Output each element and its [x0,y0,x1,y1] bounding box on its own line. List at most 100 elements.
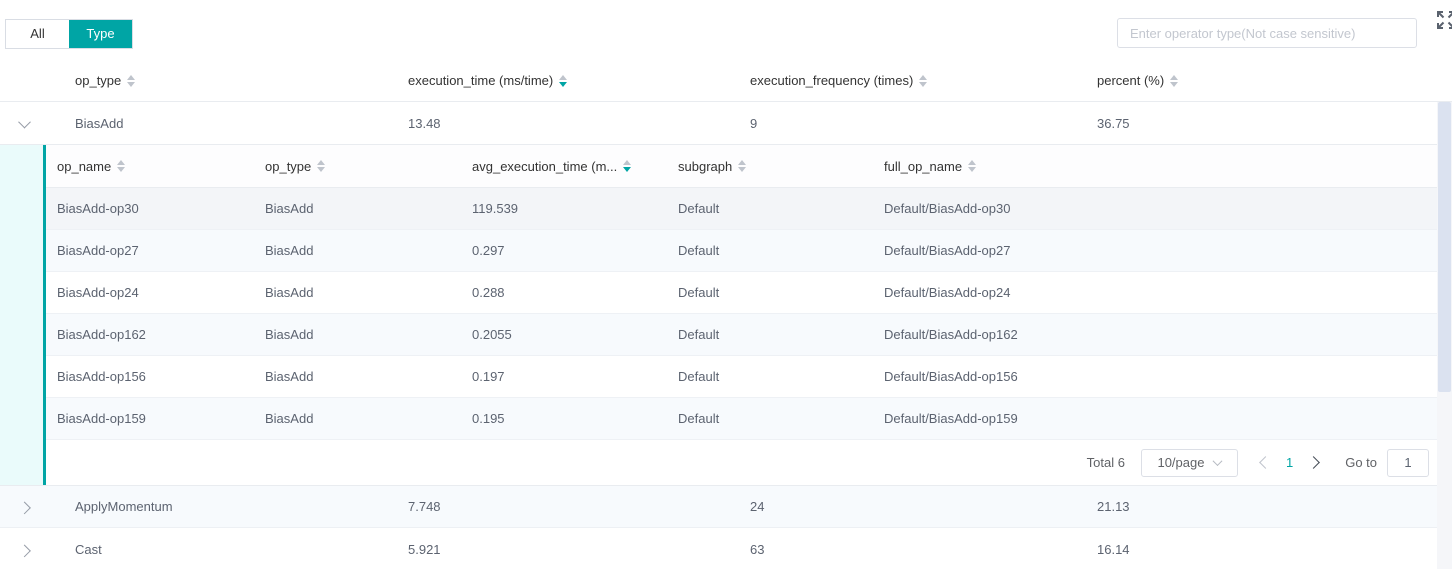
cell-subgraph: Default [678,285,884,300]
chevron-right-icon [18,544,31,557]
collapse-row-button[interactable] [0,119,75,128]
chevron-right-icon [18,502,31,515]
cell-op-name: BiasAdd-op159 [57,411,265,426]
cell-subgraph: Default [678,369,884,384]
sort-caret-icon[interactable] [117,160,125,172]
fullscreen-icon[interactable] [1435,9,1452,31]
chevron-down-icon [18,115,31,128]
column-header-op-name[interactable]: op_name [57,159,265,174]
cell-op-type: BiasAdd [265,201,472,216]
detail-pagination: Total 6 10/page 1 Go to [46,440,1437,485]
pagination-total: Total 6 [1087,455,1125,470]
tab-type[interactable]: Type [69,20,132,48]
table-row-cast[interactable]: Cast 5.921 63 16.14 [0,528,1452,569]
cell-execution-time: 7.748 [408,499,750,514]
sort-caret-icon-desc-active[interactable] [559,75,567,87]
column-label: percent (%) [1097,73,1164,88]
column-header-execution-frequency[interactable]: execution_frequency (times) [750,73,1097,88]
cell-op-type: BiasAdd [265,327,472,342]
cell-percent: 21.13 [1097,499,1437,514]
column-header-execution-time[interactable]: execution_time (ms/time) [408,73,750,88]
cell-execution-time: 13.48 [408,116,750,131]
vertical-scrollbar-thumb[interactable] [1438,102,1451,392]
table-row-biasadd[interactable]: BiasAdd 13.48 9 36.75 [0,102,1452,144]
expand-row-button[interactable] [0,502,75,511]
cell-full-op-name: Default/BiasAdd-op27 [884,243,1437,258]
column-label: full_op_name [884,159,962,174]
cell-avg-execution-time: 0.2055 [472,327,678,342]
cell-execution-time: 5.921 [408,542,750,557]
column-label: execution_time (ms/time) [408,73,553,88]
column-header-full-op-name[interactable]: full_op_name [884,159,1437,174]
cell-percent: 16.14 [1097,542,1437,557]
cell-op-type: BiasAdd [265,285,472,300]
column-header-percent[interactable]: percent (%) [1097,73,1437,88]
chevron-left-icon [1260,456,1273,469]
column-header-op-type-detail[interactable]: op_type [265,159,472,174]
cell-avg-execution-time: 119.539 [472,201,678,216]
column-header-avg-execution-time[interactable]: avg_execution_time (m... [472,159,678,174]
cell-full-op-name: Default/BiasAdd-op159 [884,411,1437,426]
goto-label: Go to [1345,455,1377,470]
vertical-scrollbar-track [1437,102,1452,569]
expand-row-button[interactable] [0,545,75,554]
cell-full-op-name: Default/BiasAdd-op156 [884,369,1437,384]
goto-page-input[interactable] [1387,449,1429,477]
cell-percent: 36.75 [1097,116,1437,131]
detail-table-header: op_name op_type avg_execution_time (m...… [46,145,1437,188]
tab-all[interactable]: All [6,20,69,48]
column-label: execution_frequency (times) [750,73,913,88]
cell-op-name: BiasAdd-op27 [57,243,265,258]
column-label: subgraph [678,159,732,174]
cell-avg-execution-time: 0.288 [472,285,678,300]
sort-caret-icon[interactable] [1170,75,1178,87]
cell-subgraph: Default [678,243,884,258]
page-size-value: 10/page [1157,455,1204,470]
toolbar: All Type [0,0,1452,60]
cell-avg-execution-time: 0.197 [472,369,678,384]
cell-op-type: BiasAdd [265,243,472,258]
cell-execution-frequency: 24 [750,499,1097,514]
sort-caret-icon[interactable] [127,75,135,87]
cell-op-name: BiasAdd-op24 [57,285,265,300]
cell-op-type: BiasAdd [75,116,408,131]
cell-subgraph: Default [678,201,884,216]
table-row-applymomentum[interactable]: ApplyMomentum 7.748 24 21.13 [0,486,1452,528]
cell-op-name: BiasAdd-op162 [57,327,265,342]
column-label: op_name [57,159,111,174]
cell-avg-execution-time: 0.297 [472,243,678,258]
sort-caret-icon[interactable] [919,75,927,87]
cell-op-type: Cast [75,542,408,557]
chevron-right-icon [1307,456,1320,469]
prev-page-button[interactable] [1252,449,1280,477]
column-header-subgraph[interactable]: subgraph [678,159,884,174]
cell-op-name: BiasAdd-op30 [57,201,265,216]
cell-full-op-name: Default/BiasAdd-op162 [884,327,1437,342]
column-label: op_type [265,159,311,174]
cell-execution-frequency: 63 [750,542,1097,557]
column-header-op-type[interactable]: op_type [75,73,408,88]
detail-row[interactable]: BiasAdd-op24 BiasAdd 0.288 Default Defau… [46,272,1437,314]
detail-row[interactable]: BiasAdd-op156 BiasAdd 0.197 Default Defa… [46,356,1437,398]
page-size-select[interactable]: 10/page [1141,449,1238,477]
detail-gutter [0,145,43,485]
page-number-current[interactable]: 1 [1286,455,1293,470]
cell-op-type: BiasAdd [265,369,472,384]
cell-subgraph: Default [678,327,884,342]
cell-op-name: BiasAdd-op156 [57,369,265,384]
sort-caret-icon[interactable] [738,160,746,172]
cell-full-op-name: Default/BiasAdd-op30 [884,201,1437,216]
operator-type-search-input[interactable] [1117,18,1417,48]
detail-row[interactable]: BiasAdd-op27 BiasAdd 0.297 Default Defau… [46,230,1437,272]
next-page-button[interactable] [1299,449,1327,477]
main-table-header: op_type execution_time (ms/time) executi… [0,60,1452,102]
sort-caret-icon[interactable] [317,160,325,172]
sort-caret-icon[interactable] [968,160,976,172]
detail-row[interactable]: BiasAdd-op30 BiasAdd 119.539 Default Def… [46,188,1437,230]
chevron-down-icon [1213,456,1223,466]
column-label: op_type [75,73,121,88]
detail-row[interactable]: BiasAdd-op162 BiasAdd 0.2055 Default Def… [46,314,1437,356]
detail-row[interactable]: BiasAdd-op159 BiasAdd 0.195 Default Defa… [46,398,1437,440]
sort-caret-icon-desc-active[interactable] [623,160,631,172]
column-label: avg_execution_time (m... [472,159,617,174]
